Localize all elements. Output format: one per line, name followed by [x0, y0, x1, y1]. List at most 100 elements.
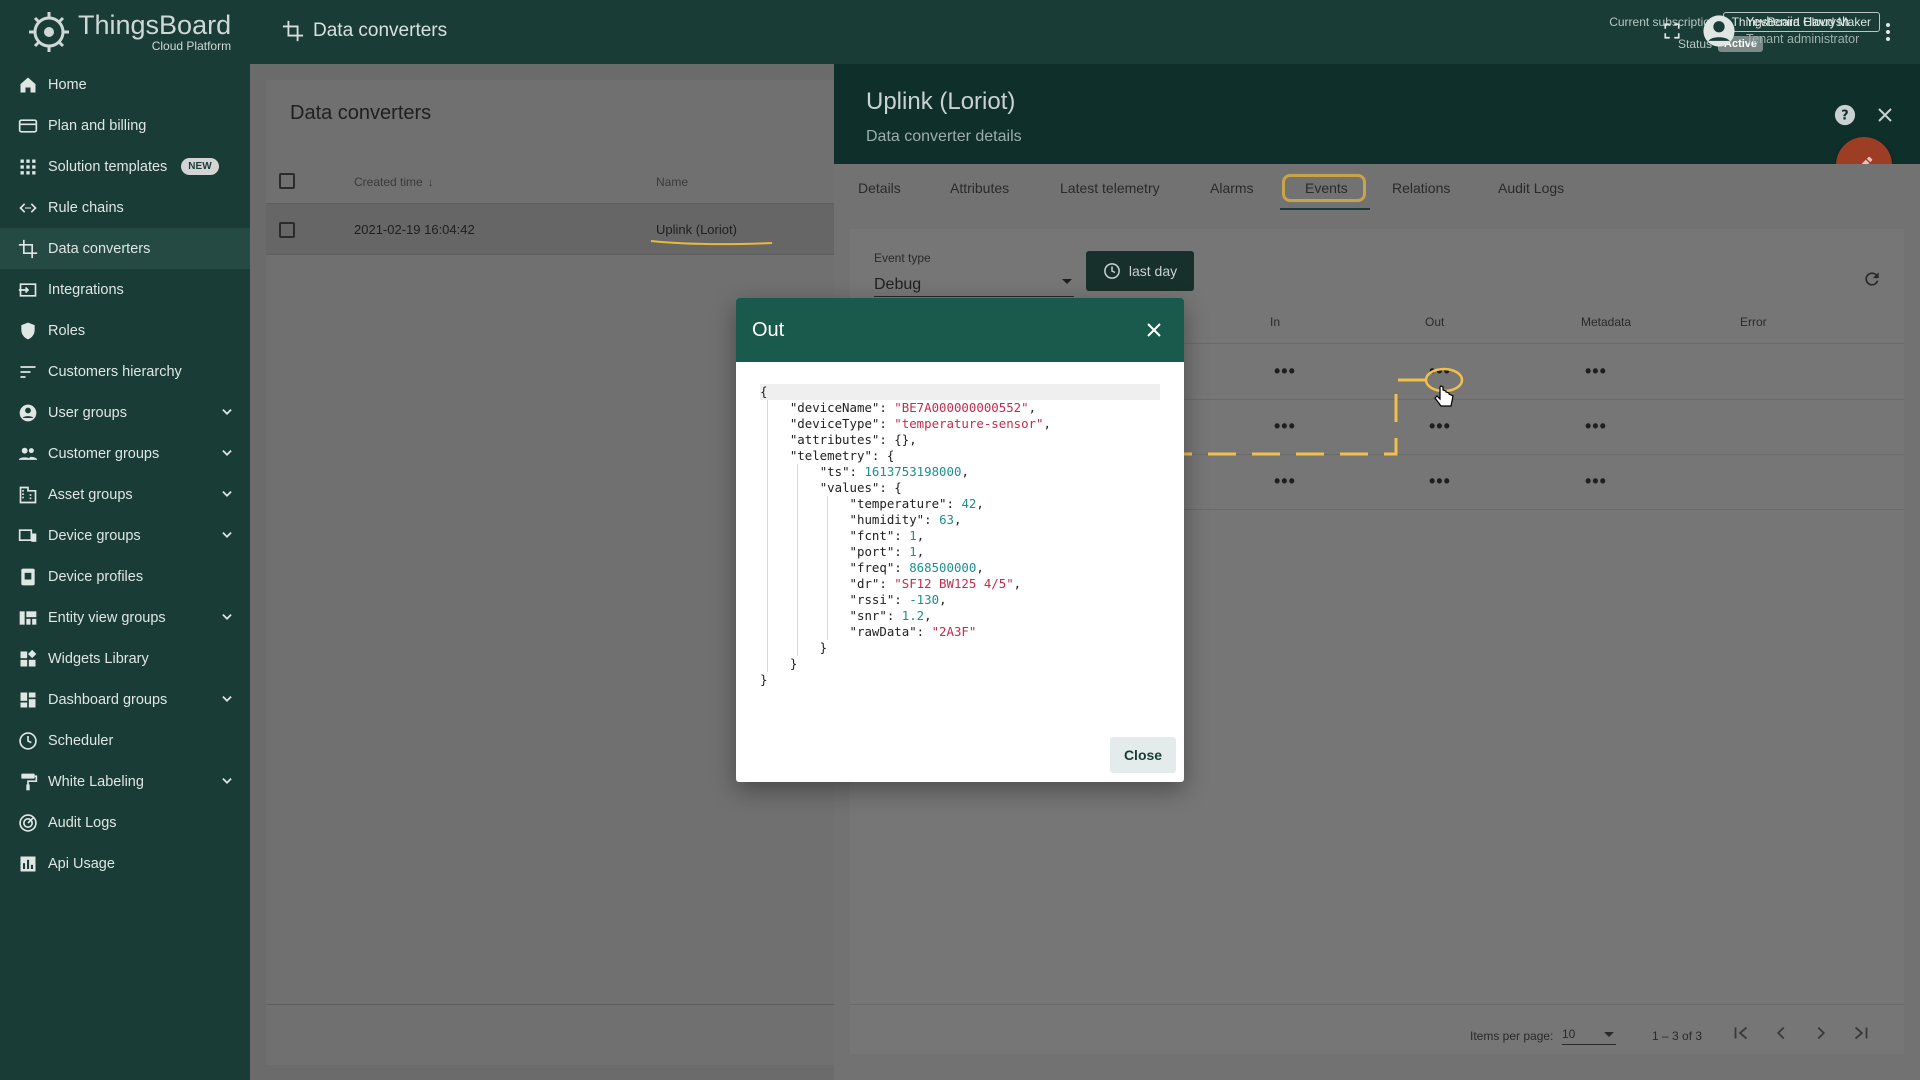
refresh-button[interactable] — [1862, 269, 1882, 294]
json-number: 1613753198000 — [864, 464, 962, 479]
metadata-more-button[interactable]: ••• — [1585, 471, 1607, 492]
close-details-button[interactable] — [1876, 106, 1894, 129]
last-page-button[interactable] — [1850, 1022, 1872, 1047]
home-icon — [17, 74, 39, 96]
next-page-button[interactable] — [1810, 1022, 1832, 1047]
prev-page-button[interactable] — [1770, 1022, 1792, 1047]
sidebar-menu: Home Plan and billing Solution templates NE… — [0, 64, 250, 884]
json-token: "fcnt" — [849, 528, 895, 543]
json-token: : — [894, 560, 910, 575]
crop-icon — [282, 20, 304, 42]
json-token: : — [946, 496, 962, 511]
json-viewer[interactable]: { "deviceName": "BE7A000000000552", "dev… — [760, 384, 1160, 687]
close-button[interactable]: Close — [1110, 737, 1176, 773]
tab-alarms[interactable]: Alarms — [1210, 180, 1254, 196]
tab-relations[interactable]: Relations — [1392, 180, 1450, 196]
sort-lines-icon — [17, 361, 39, 383]
sidebar-item-plan-and-billing[interactable]: Plan and billing — [0, 105, 250, 146]
json-token: , — [976, 496, 984, 511]
items-per-page-value: 10 — [1562, 1027, 1576, 1041]
row-checkbox[interactable] — [279, 222, 295, 238]
sidebar-item-entity-view-groups[interactable]: Entity view groups — [0, 597, 250, 638]
view-quilt-icon — [17, 607, 39, 629]
sidebar-item-dashboard-groups[interactable]: Dashboard groups — [0, 679, 250, 720]
json-number: 1 — [909, 544, 917, 559]
json-token: } — [760, 640, 828, 655]
in-more-button[interactable]: ••• — [1274, 416, 1296, 437]
sidebar-item-rule-chains[interactable]: Rule chains — [0, 187, 250, 228]
sidebar-item-api-usage[interactable]: Api Usage — [0, 843, 250, 884]
first-page-button[interactable] — [1730, 1022, 1752, 1047]
code-line: "ts": 1613753198000, — [760, 464, 1160, 480]
sidebar-item-widgets-library[interactable]: Widgets Library — [0, 638, 250, 679]
dialog-close-button[interactable] — [1140, 316, 1168, 344]
sidebar-item-home[interactable]: Home — [0, 64, 250, 105]
metadata-more-button[interactable]: ••• — [1585, 361, 1607, 382]
sidebar-item-integrations[interactable]: Integrations — [0, 269, 250, 310]
in-more-button[interactable]: ••• — [1274, 471, 1296, 492]
user-menu[interactable]: Yevheniia Havrysh Tenant administrator — [1702, 14, 1859, 48]
code-line: } — [760, 672, 1160, 688]
help-button[interactable]: ? — [1834, 104, 1856, 131]
json-token: : — [894, 528, 910, 543]
chevron-down-icon — [220, 405, 234, 423]
out-more-button[interactable]: ••• — [1429, 416, 1451, 437]
json-token: "values" — [819, 480, 880, 495]
page-title-text: Data converters — [313, 20, 448, 41]
tab-attributes[interactable]: Attributes — [950, 180, 1009, 196]
sidebar-item-audit-logs[interactable]: Audit Logs — [0, 802, 250, 843]
sidebar-item-customer-groups[interactable]: Customer groups — [0, 433, 250, 474]
page-title: Data converters — [282, 20, 447, 42]
code-line: } — [760, 656, 1160, 672]
sidebar-item-user-groups[interactable]: User groups — [0, 392, 250, 433]
json-token: : — [924, 512, 940, 527]
table-row[interactable]: 2021-02-19 16:04:42 Uplink (Loriot) — [266, 203, 856, 255]
time-window-button[interactable]: last day — [1086, 251, 1194, 291]
sidebar-item-solution-templates[interactable]: Solution templates NEW — [0, 146, 250, 187]
select-all-checkbox[interactable] — [279, 173, 295, 189]
event-type-label: Event type — [874, 251, 931, 265]
event-type-select[interactable]: Debug — [874, 269, 1074, 297]
items-per-page-select[interactable]: 10 — [1562, 1027, 1616, 1045]
json-number: -130 — [909, 592, 940, 607]
logo[interactable]: ThingsBoard Cloud Platform — [0, 0, 250, 64]
col-created-time[interactable]: Created time ↓ — [354, 175, 434, 189]
tab-events[interactable]: Events — [1305, 180, 1348, 196]
out-more-button[interactable]: ••• — [1429, 361, 1451, 382]
sidebar-item-scheduler[interactable]: Scheduler — [0, 720, 250, 761]
people-icon — [17, 443, 39, 465]
tab-latest-telemetry[interactable]: Latest telemetry — [1060, 180, 1160, 196]
metadata-more-button[interactable]: ••• — [1585, 416, 1607, 437]
sidebar-item-customers-hierarchy[interactable]: Customers hierarchy — [0, 351, 250, 392]
sidebar-item-device-profiles[interactable]: Device profiles — [0, 556, 250, 597]
json-token: : — [894, 544, 910, 559]
help-icon: ? — [1834, 104, 1856, 126]
tab-audit-logs[interactable]: Audit Logs — [1498, 180, 1564, 196]
sidebar-item-white-labeling[interactable]: White Labeling — [0, 761, 250, 802]
avatar-icon — [1703, 15, 1735, 47]
paint-roller-icon — [17, 771, 39, 793]
sidebar-item-label: Roles — [48, 322, 86, 339]
json-token: : — [879, 400, 895, 415]
json-string: "temperature-sensor" — [894, 416, 1044, 431]
sidebar-item-roles[interactable]: Roles — [0, 310, 250, 351]
json-token: "telemetry" — [789, 448, 872, 463]
col-name[interactable]: Name — [656, 175, 688, 189]
list-footer-divider — [266, 1004, 856, 1005]
code-line: "deviceType": "temperature-sensor", — [760, 416, 1160, 432]
in-more-button[interactable]: ••• — [1274, 361, 1296, 382]
json-number: 63 — [939, 512, 954, 527]
sidebar-item-data-converters[interactable]: Data converters — [0, 228, 250, 269]
out-more-button[interactable]: ••• — [1429, 471, 1451, 492]
tab-details[interactable]: Details — [858, 180, 901, 196]
more-vert-button[interactable] — [1880, 22, 1896, 47]
json-token: , — [953, 512, 962, 527]
sidebar-item-asset-groups[interactable]: Asset groups — [0, 474, 250, 515]
sidebar-item-device-groups[interactable]: Device groups — [0, 515, 250, 556]
json-token: : — [916, 624, 932, 639]
fullscreen-button[interactable] — [1663, 22, 1681, 45]
refresh-icon — [1865, 272, 1879, 286]
svg-text:?: ? — [1841, 109, 1848, 124]
